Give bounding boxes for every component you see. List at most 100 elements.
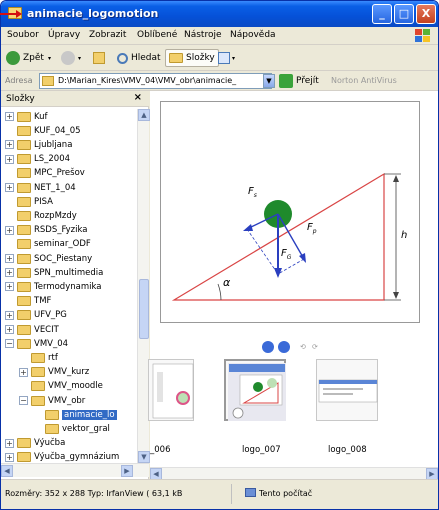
views-icon: [218, 52, 230, 64]
tree-item[interactable]: + VECIT: [5, 322, 59, 337]
folder-tree-hscrollbar[interactable]: ◀ ▶: [1, 463, 149, 477]
menu-upravy[interactable]: Úpravy: [48, 30, 80, 40]
address-dropdown-button[interactable]: ▼: [263, 74, 275, 88]
expand-icon[interactable]: +: [5, 268, 14, 278]
next-image-button[interactable]: [278, 341, 290, 353]
thumbnail-008[interactable]: [316, 359, 378, 421]
tree-item-label: MPC_Prešov: [34, 168, 85, 179]
minimize-button[interactable]: _: [372, 4, 392, 24]
back-button[interactable]: Zpět ▾: [6, 49, 51, 67]
tree-item[interactable]: − VMV_04: [5, 336, 68, 351]
scroll-left-button[interactable]: ◀: [1, 465, 13, 477]
expand-icon[interactable]: +: [5, 183, 14, 192]
tree-item[interactable]: + NET_1_04: [5, 180, 76, 195]
folder-icon: [17, 296, 31, 307]
menu-oblibene[interactable]: Oblíbené: [137, 30, 177, 40]
menu-zobrazit[interactable]: Zobrazit: [89, 30, 126, 40]
menu-napoveda[interactable]: Nápověda: [230, 30, 276, 40]
status-bar: Rozměry: 352 x 288 Typ: IrfanView ( 63,1…: [1, 479, 438, 509]
thumbnail-007[interactable]: [224, 359, 286, 421]
expand-icon[interactable]: +: [5, 282, 14, 292]
tree-item-label: rtf: [48, 352, 58, 363]
forward-button[interactable]: ▾: [61, 49, 81, 67]
folder-tree: + Kuf KUF_04_05 + Ljubljana + LS_2004 MPC_Prešo…: [1, 109, 137, 463]
rotate-left-button[interactable]: ⟲: [300, 343, 306, 351]
folder-icon: [17, 324, 31, 335]
scroll-down-button[interactable]: ▼: [138, 451, 150, 463]
collapse-icon[interactable]: −: [5, 339, 14, 349]
tree-item[interactable]: + LS_2004: [5, 152, 70, 167]
folder-icon: [17, 111, 31, 122]
expand-icon[interactable]: +: [5, 325, 14, 334]
folder-icon: [17, 338, 31, 349]
thumbnail-008-label: logo_008: [328, 445, 367, 455]
norton-antivirus-label[interactable]: Norton AntiVirus: [331, 76, 397, 85]
scroll-up-button[interactable]: ▲: [138, 109, 150, 121]
tree-item[interactable]: RozpMzdy: [5, 208, 77, 223]
scroll-thumb[interactable]: [139, 279, 149, 339]
tree-item[interactable]: KUF_04_05: [5, 123, 81, 138]
thumbnail-scrollbar[interactable]: ◀ ▶: [150, 467, 438, 480]
expand-icon[interactable]: +: [19, 367, 28, 377]
tree-item[interactable]: − VMV_obr: [19, 393, 85, 408]
up-folder-button[interactable]: [93, 49, 105, 67]
previous-image-button[interactable]: [262, 341, 274, 353]
tree-item[interactable]: TMF: [5, 294, 51, 309]
tree-item[interactable]: + Termodynamika: [5, 279, 101, 294]
tree-item[interactable]: + RSDS_Fyzika: [5, 223, 87, 238]
red-arrow-icon: [0, 10, 22, 18]
expand-icon[interactable]: +: [5, 452, 14, 462]
folders-button[interactable]: Složky: [165, 49, 219, 67]
address-input[interactable]: D:\Marian_Kires\VMV_04\VMV_obr\animacie_: [39, 73, 272, 89]
collapse-icon[interactable]: −: [19, 396, 28, 405]
tree-item[interactable]: seminar_ODF: [5, 237, 91, 252]
close-button[interactable]: X: [416, 4, 436, 24]
tree-item[interactable]: + Výučba_gymnázium: [5, 450, 119, 463]
expand-icon[interactable]: +: [5, 254, 14, 263]
title-bar[interactable]: animacie_logomotion _ □ X: [1, 1, 438, 27]
tree-item-label: seminar_ODF: [34, 239, 91, 250]
tree-item[interactable]: VMV_moodle: [19, 379, 103, 394]
go-arrow-icon[interactable]: [279, 74, 293, 88]
tree-item[interactable]: animacie_lo: [33, 407, 117, 422]
expand-icon[interactable]: +: [5, 140, 14, 150]
tree-item-label: RSDS_Fyzika: [34, 225, 88, 236]
tree-item-label: RozpMzdy: [34, 210, 77, 221]
tree-item[interactable]: vektor_gral: [33, 421, 110, 436]
folder-icon: [17, 267, 31, 278]
tree-item[interactable]: + SPN_multimedia: [5, 265, 103, 280]
scroll-right-button[interactable]: ▶: [121, 465, 133, 477]
maximize-button[interactable]: □: [394, 4, 414, 24]
close-pane-button[interactable]: ×: [134, 92, 142, 103]
tree-item[interactable]: + SOC_Piestany: [5, 251, 92, 266]
tree-item-label: LS_2004: [34, 154, 71, 165]
expand-icon[interactable]: +: [5, 438, 14, 448]
views-button[interactable]: ▾: [218, 49, 235, 67]
file-view-pane: Fs Fp FG α h ⟲ ⟳ _006 logo_007 logo_008 …: [148, 91, 438, 480]
rotate-right-button[interactable]: ⟳: [312, 343, 318, 351]
menu-soubor[interactable]: Soubor: [7, 30, 39, 40]
expand-icon[interactable]: +: [5, 154, 14, 164]
preview-controls: ⟲ ⟳: [150, 341, 438, 361]
folder-icon: [17, 125, 31, 136]
tree-item[interactable]: + UFV_PG: [5, 308, 67, 323]
tree-item[interactable]: + Ljubljana: [5, 137, 72, 152]
tree-item[interactable]: MPC_Prešov: [5, 166, 85, 181]
menu-nastroje[interactable]: Nástroje: [184, 30, 222, 40]
tree-item[interactable]: + Výučba: [5, 436, 65, 451]
thumbnail-006[interactable]: [148, 359, 194, 421]
folder-icon: [17, 139, 31, 150]
tree-item[interactable]: + Kuf: [5, 109, 48, 124]
tree-item[interactable]: + VMV_kurz: [19, 365, 89, 380]
search-button[interactable]: Hledat: [117, 49, 161, 67]
folder-icon: [31, 381, 45, 392]
tree-item-label: VMV_kurz: [48, 367, 90, 378]
expand-icon[interactable]: +: [5, 225, 14, 235]
expand-icon[interactable]: +: [5, 112, 14, 121]
tree-item-label: Výučba: [34, 438, 66, 449]
go-button[interactable]: Přejít: [296, 76, 319, 86]
tree-item[interactable]: rtf: [19, 350, 58, 365]
tree-item[interactable]: PISA: [5, 194, 53, 209]
expand-icon[interactable]: +: [5, 310, 14, 320]
folder-icon: [17, 225, 31, 236]
